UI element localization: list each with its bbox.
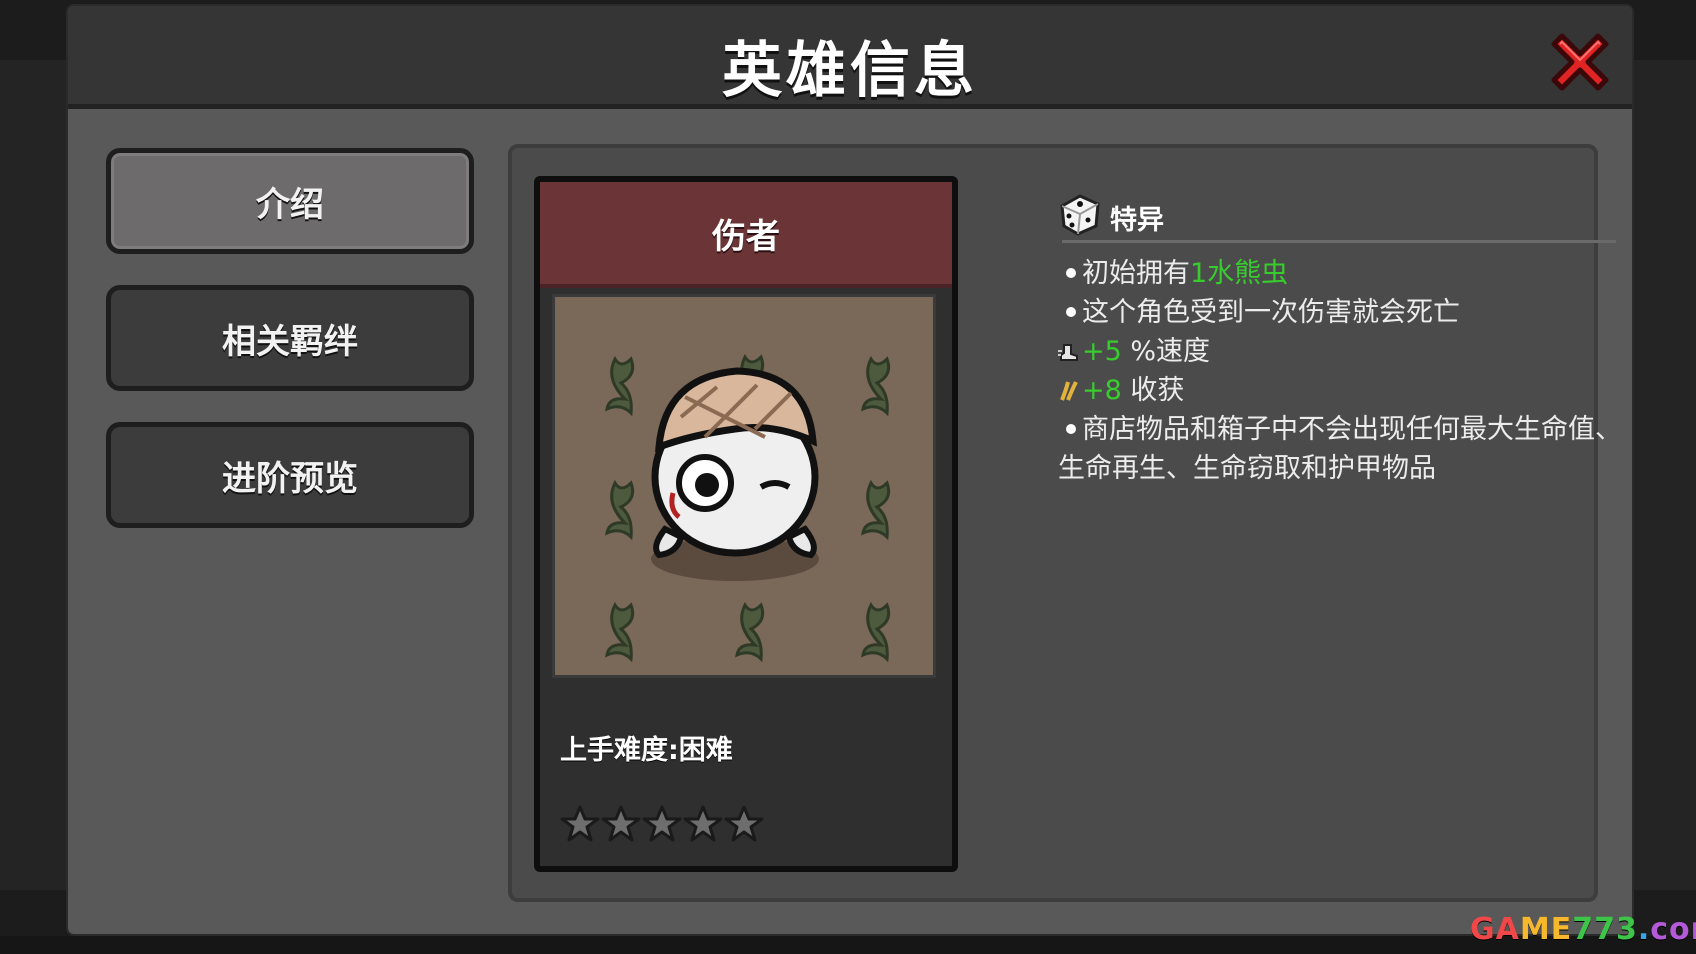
window-title: 英雄信息 (722, 36, 978, 106)
site-watermark: GAME773.com (1470, 912, 1696, 947)
hero-name: 伤者 (540, 182, 952, 288)
trait-item: 商店物品和箱子中不会出现任何最大生命值、生命再生、生命窃取和护甲物品 (1058, 414, 1622, 484)
trait-divider (1062, 240, 1616, 243)
trait-title: 特异 (1110, 205, 1164, 236)
bullet-icon (1066, 423, 1076, 434)
bandaged-hero-portrait (605, 353, 891, 663)
star-icon (724, 805, 764, 842)
close-x-icon (1551, 33, 1609, 91)
star-icon (560, 805, 600, 842)
difficulty-label: 上手难度:困难 (560, 735, 733, 766)
background-left-panel (0, 60, 70, 890)
trait-header: 特异 (1058, 190, 1618, 240)
trait-stat-speed: +5 %速度 (1058, 332, 1638, 371)
dice-icon (1060, 194, 1100, 236)
tab-intro[interactable]: 介绍 (106, 148, 474, 254)
title-bar: 英雄信息 (68, 6, 1632, 109)
bottom-strip (0, 936, 1696, 954)
trait-item: 这个角色受到一次伤害就会死亡 (1058, 293, 1638, 332)
hero-card: 伤者 上手难度:困难 (534, 176, 958, 872)
hero-portrait (552, 294, 936, 678)
hero-info-window: 英雄信息 介绍 相关羁绊 进阶预览 伤者 上手难度:困难 特异 初始拥有1水熊虫… (68, 6, 1632, 934)
star-icon (683, 805, 723, 842)
trait-stat-harvest: +8 收获 (1058, 371, 1638, 410)
star-icon (601, 805, 641, 842)
bullet-icon (1066, 267, 1076, 278)
star-icon (642, 805, 682, 842)
trait-highlight: 1水熊虫 (1190, 258, 1289, 289)
harvest-icon (1060, 381, 1078, 401)
tab-advance-preview[interactable]: 进阶预览 (106, 422, 474, 528)
bullet-icon (1066, 306, 1076, 317)
speed-boot-icon (1058, 344, 1078, 361)
trait-list: 初始拥有1水熊虫 这个角色受到一次伤害就会死亡 +5 %速度 +8 收获 商店物… (1058, 254, 1638, 488)
trait-item: 初始拥有1水熊虫 (1058, 254, 1638, 293)
difficulty-stars (560, 804, 764, 844)
tab-related-bonds[interactable]: 相关羁绊 (106, 285, 474, 391)
close-button[interactable] (1544, 26, 1616, 98)
